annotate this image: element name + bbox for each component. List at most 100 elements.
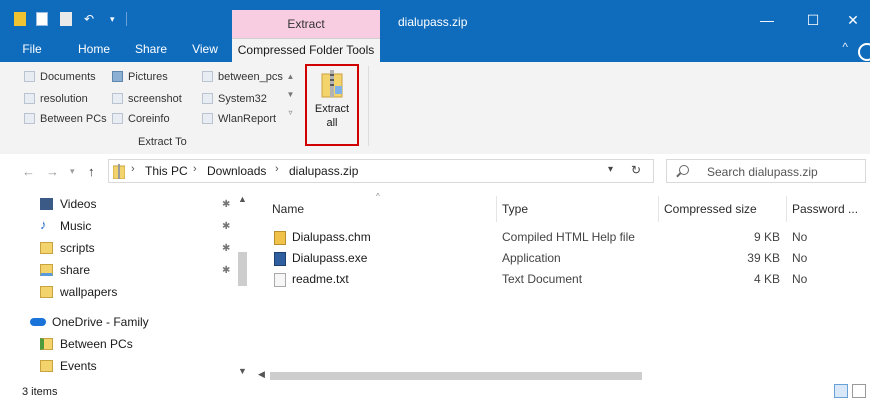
share-folder-icon bbox=[40, 264, 53, 276]
location-wlanreport[interactable]: WlanReport bbox=[202, 110, 276, 128]
location-documents[interactable]: Documents bbox=[24, 68, 96, 86]
table-row[interactable]: Dialupass.exe Application 39 KB No bbox=[268, 249, 868, 269]
location-label: Between PCs bbox=[40, 113, 107, 125]
maximize-button[interactable]: ☐ bbox=[790, 8, 836, 32]
toolbar-divider bbox=[126, 12, 127, 26]
extract-all-label: Extract all bbox=[314, 103, 350, 129]
item-count: 3 items bbox=[22, 386, 58, 398]
nav-item-between-pcs[interactable]: Between PCs bbox=[40, 334, 133, 354]
nav-item-onedrive-family[interactable]: OneDrive - Family bbox=[30, 312, 149, 332]
table-row[interactable]: readme.txt Text Document 4 KB No bbox=[268, 270, 868, 290]
expand-gallery-icon[interactable]: ▿ bbox=[285, 104, 296, 122]
nav-pane-scrollbar[interactable]: ▲ ▼ bbox=[236, 190, 248, 380]
location-label: between_pcs bbox=[218, 71, 283, 83]
nav-item-label: OneDrive - Family bbox=[52, 315, 149, 329]
location-between-pcs[interactable]: Between PCs bbox=[24, 110, 107, 128]
location-label: Documents bbox=[40, 71, 96, 83]
nav-item-music[interactable]: ♪ Music bbox=[40, 216, 91, 236]
tab-view[interactable]: View bbox=[180, 38, 230, 62]
folder-icon bbox=[202, 71, 213, 82]
location-label: screenshot bbox=[128, 93, 182, 105]
extract-to-group-label: Extract To bbox=[138, 136, 187, 148]
folder-icon bbox=[112, 93, 123, 104]
table-row[interactable]: Dialupass.chm Compiled HTML Help file 9 … bbox=[268, 228, 868, 248]
properties-icon[interactable] bbox=[36, 12, 48, 26]
scroll-down-icon[interactable]: ▼ bbox=[238, 366, 247, 376]
locations-scroller[interactable]: ▲ ▼ ▿ bbox=[285, 68, 296, 124]
breadcrumb-this-pc[interactable]: This PC bbox=[145, 164, 188, 178]
breadcrumb-separator: › bbox=[131, 163, 135, 175]
forward-icon[interactable]: → bbox=[46, 164, 59, 179]
scrollbar-thumb[interactable] bbox=[238, 252, 247, 286]
nav-item-scripts[interactable]: scripts bbox=[40, 238, 95, 258]
back-icon[interactable]: ← bbox=[22, 164, 35, 179]
search-box[interactable] bbox=[666, 159, 866, 183]
details-view-icon[interactable] bbox=[834, 384, 848, 398]
tab-share[interactable]: Share bbox=[124, 38, 178, 62]
tab-compressed-folder-tools[interactable]: Compressed Folder Tools bbox=[232, 38, 380, 63]
location-system32[interactable]: System32 bbox=[202, 90, 267, 108]
nav-item-share[interactable]: share bbox=[40, 260, 90, 280]
close-button[interactable]: ✕ bbox=[836, 8, 870, 32]
status-bar: 3 items bbox=[0, 380, 870, 403]
txt-file-icon bbox=[274, 273, 286, 287]
folder-icon bbox=[202, 113, 213, 124]
column-header-password[interactable]: Password ... bbox=[792, 202, 858, 216]
column-divider[interactable] bbox=[496, 196, 497, 222]
documents-icon bbox=[24, 71, 35, 82]
refresh-icon[interactable]: ↻ bbox=[631, 163, 641, 177]
pin-icon[interactable]: ✱ bbox=[222, 199, 230, 210]
extract-all-button[interactable]: Extract all bbox=[305, 64, 359, 146]
location-pictures[interactable]: Pictures bbox=[112, 68, 168, 86]
chevron-up-icon[interactable]: ^ bbox=[842, 40, 848, 54]
new-folder-icon[interactable] bbox=[60, 12, 72, 26]
scroll-down-icon[interactable]: ▼ bbox=[285, 86, 296, 104]
search-input[interactable] bbox=[705, 162, 864, 182]
file-password: No bbox=[792, 230, 808, 244]
nav-item-label: wallpapers bbox=[60, 285, 118, 299]
folder-icon[interactable] bbox=[14, 12, 26, 26]
scroll-up-icon[interactable]: ▲ bbox=[285, 68, 296, 86]
customize-toolbar-icon[interactable]: ▾ bbox=[110, 12, 120, 26]
column-divider[interactable] bbox=[658, 196, 659, 222]
nav-item-wallpapers[interactable]: wallpapers bbox=[40, 282, 117, 302]
file-list: ^ Name Type Compressed size Password ...… bbox=[252, 190, 870, 381]
pin-icon[interactable]: ✱ bbox=[222, 221, 230, 232]
nav-item-label: Between PCs bbox=[60, 337, 133, 351]
pin-icon[interactable]: ✱ bbox=[222, 243, 230, 254]
minimize-button[interactable]: — bbox=[744, 8, 790, 32]
nav-item-videos[interactable]: Videos bbox=[40, 194, 96, 214]
pin-icon[interactable]: ✱ bbox=[222, 265, 230, 276]
location-resolution[interactable]: resolution bbox=[24, 90, 88, 108]
pictures-icon bbox=[112, 71, 123, 82]
recent-locations-icon[interactable]: ▾ bbox=[70, 166, 75, 177]
nav-item-label: Events bbox=[60, 359, 97, 373]
location-between-pcs-lower[interactable]: between_pcs bbox=[202, 68, 283, 86]
contextual-tab-extract[interactable]: Extract bbox=[232, 10, 380, 38]
tab-file[interactable]: File bbox=[6, 38, 58, 62]
column-divider[interactable] bbox=[786, 196, 787, 222]
shared-folder-icon bbox=[40, 338, 53, 350]
breadcrumb-downloads[interactable]: Downloads bbox=[207, 164, 266, 178]
navigation-bar: ← → ▾ ↑ › This PC › Downloads › dialupas… bbox=[0, 154, 870, 190]
up-icon[interactable]: ↑ bbox=[88, 164, 95, 179]
chevron-down-icon[interactable]: ▾ bbox=[608, 164, 613, 175]
undo-icon[interactable]: ↶ bbox=[84, 12, 102, 26]
nav-item-label: Videos bbox=[60, 197, 97, 211]
location-screenshot[interactable]: screenshot bbox=[112, 90, 182, 108]
column-header-type[interactable]: Type bbox=[502, 202, 528, 216]
location-coreinfo[interactable]: Coreinfo bbox=[112, 110, 170, 128]
folder-icon bbox=[24, 113, 35, 124]
scroll-up-icon[interactable]: ▲ bbox=[238, 194, 247, 204]
address-bar[interactable]: › This PC › Downloads › dialupass.zip ▾ … bbox=[108, 159, 654, 183]
scroll-left-icon[interactable]: ◀ bbox=[258, 369, 265, 380]
large-icons-view-icon[interactable] bbox=[852, 384, 866, 398]
column-header-compressed-size[interactable]: Compressed size bbox=[664, 202, 757, 216]
tab-home[interactable]: Home bbox=[68, 38, 120, 62]
file-type: Text Document bbox=[502, 272, 583, 286]
column-header-name[interactable]: Name bbox=[272, 202, 304, 216]
nav-item-events[interactable]: Events bbox=[40, 356, 97, 376]
help-icon[interactable] bbox=[858, 43, 870, 61]
file-name: Dialupass.exe bbox=[292, 251, 368, 265]
breadcrumb-dialupass-zip[interactable]: dialupass.zip bbox=[289, 164, 358, 178]
